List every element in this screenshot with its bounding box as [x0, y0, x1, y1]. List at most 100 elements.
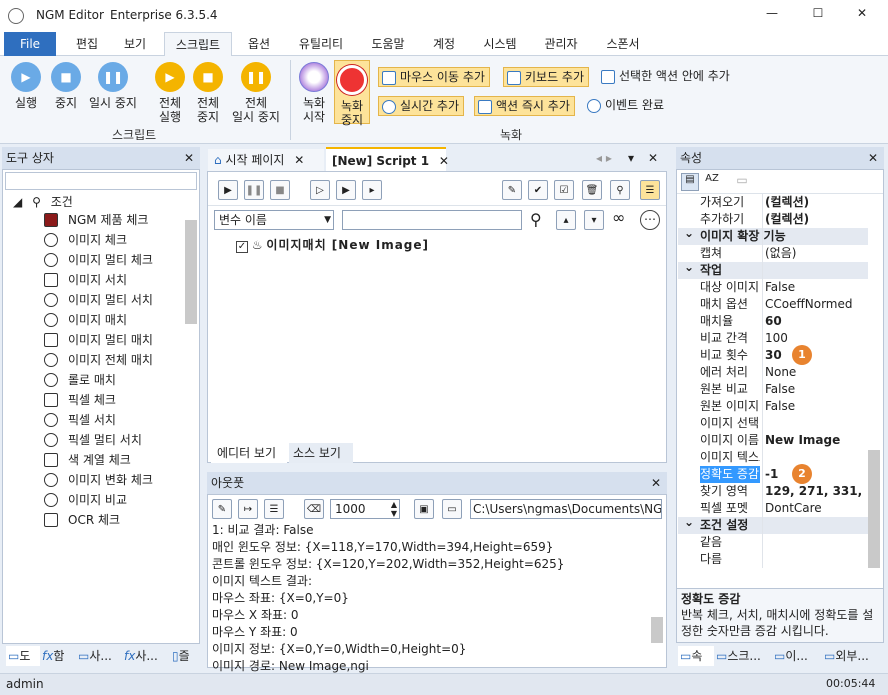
script-tab[interactable]: ▭스크...	[716, 646, 772, 666]
property-value[interactable]: (컬렉션)	[765, 194, 867, 211]
variable-dropdown[interactable]: 변수 이름 ▼	[214, 210, 334, 230]
property-name[interactable]: 에러 처리	[700, 364, 760, 381]
tab-admin[interactable]: 관리자	[536, 32, 586, 56]
property-value[interactable]: 60	[765, 313, 867, 330]
property-pages-icon[interactable]: ▭	[733, 173, 751, 191]
variable-search-input[interactable]	[342, 210, 522, 230]
stop-icon[interactable]: ■	[270, 180, 290, 200]
property-name[interactable]: 같음	[700, 534, 760, 551]
property-name[interactable]: 캡쳐	[700, 245, 760, 262]
property-name[interactable]: 비교 횟수	[700, 347, 760, 364]
tab-utility[interactable]: 유틸리티	[290, 32, 352, 56]
add-realtime-button[interactable]: 실시간 추가	[378, 96, 465, 116]
property-category[interactable]: ⌄ 이미지 확장 기능	[678, 226, 868, 245]
output-close-icon[interactable]: ✕	[651, 472, 661, 494]
property-value[interactable]	[765, 449, 867, 466]
loop-icon[interactable]: ∞	[612, 208, 625, 227]
property-name[interactable]: 원본 비교	[700, 381, 760, 398]
tab-start-page[interactable]: ⌂ 시작 페이지 ✕	[208, 149, 324, 171]
external-tab[interactable]: ▭외부...	[824, 646, 882, 666]
search-icon[interactable]: ⚲	[530, 210, 542, 229]
pause-button[interactable]: ❚❚ 일시 중지	[86, 62, 140, 110]
run-all-button[interactable]: ▶ 전체 실행	[150, 62, 190, 124]
property-value[interactable]: DontCare	[765, 500, 867, 517]
move-down-icon[interactable]: ▾	[584, 210, 604, 230]
action-node[interactable]: ✓ ♨ 이미지매치 [New Image]	[236, 236, 429, 254]
tab-file[interactable]: File	[4, 32, 56, 56]
doc-tab-menu-icon[interactable]: ▾	[628, 151, 634, 165]
check-icon[interactable]: ✔	[528, 180, 548, 200]
list-icon[interactable]: ☰	[264, 499, 284, 519]
move-up-icon[interactable]: ▴	[556, 210, 576, 230]
eraser-icon[interactable]: ⌫	[304, 499, 324, 519]
toolbox-tab[interactable]: ▭도	[6, 646, 40, 666]
tab-script[interactable]: 스크립트	[164, 32, 232, 56]
toolbox-close-icon[interactable]: ✕	[184, 147, 194, 169]
tree-view-icon[interactable]: ☰	[640, 180, 660, 200]
doc-tab-close-icon[interactable]: ✕	[648, 151, 658, 165]
property-name[interactable]: 찾기 영역	[700, 483, 760, 500]
property-value[interactable]: (없음)	[765, 245, 867, 262]
export-icon[interactable]: ↦	[238, 499, 258, 519]
tab-editor-view[interactable]: 에디터 보기	[211, 443, 287, 463]
property-name[interactable]: 이미지 텍스트	[700, 449, 760, 466]
close-button[interactable]: ✕	[852, 6, 872, 20]
doc-tab-nav-icon[interactable]: ◂ ▸	[596, 151, 612, 165]
property-category[interactable]: ⌄ 조건 설정	[678, 515, 868, 534]
step-icon[interactable]: ▷	[310, 180, 330, 200]
delete-icon[interactable]: 🗑	[582, 180, 602, 200]
tab-script-1[interactable]: [New] Script 1 ✕	[326, 147, 449, 171]
property-value[interactable]: 30	[765, 347, 867, 364]
step-out-icon[interactable]: ▸	[362, 180, 382, 200]
categorized-icon[interactable]: ▤	[681, 173, 699, 191]
output-scrollbar[interactable]	[651, 617, 663, 643]
property-name[interactable]: 비교 간격	[700, 330, 760, 347]
property-value[interactable]	[765, 551, 867, 568]
property-value[interactable]: -1	[765, 466, 867, 483]
properties-scrollbar[interactable]	[868, 450, 880, 568]
property-value[interactable]: New Image	[765, 432, 867, 449]
record-stop-button[interactable]: 녹화 중지	[334, 60, 370, 127]
tab-system[interactable]: 시스템	[476, 32, 524, 56]
property-name[interactable]: 픽셀 포멧	[700, 500, 760, 517]
brush-icon[interactable]: ✎	[212, 499, 232, 519]
toolbox-root[interactable]: ◢ ⚲ 조건	[13, 192, 73, 212]
maximize-button[interactable]: ☐	[808, 6, 828, 20]
property-value[interactable]: (컬렉션)	[765, 211, 867, 228]
property-value[interactable]	[765, 415, 867, 432]
add-keyboard-button[interactable]: 키보드 추가	[503, 67, 590, 87]
pause-icon[interactable]: ❚❚	[244, 180, 264, 200]
step-into-icon[interactable]: ▶	[336, 180, 356, 200]
minimize-button[interactable]: —	[762, 6, 782, 20]
alphabetical-icon[interactable]: AZ	[703, 173, 721, 191]
property-value[interactable]: False	[765, 279, 867, 296]
property-value[interactable]: CCoeffNormed	[765, 296, 867, 313]
node-checkbox[interactable]: ✓	[236, 241, 248, 253]
toolbox-search-input[interactable]	[5, 172, 197, 190]
folder-icon[interactable]: ▭	[442, 499, 462, 519]
pause-all-button[interactable]: ❚❚ 전체 일시 중지	[228, 62, 284, 124]
property-name[interactable]: 매치율	[700, 313, 760, 330]
property-name[interactable]: 대상 이미지	[700, 279, 760, 296]
properties-close-icon[interactable]: ✕	[868, 147, 878, 169]
tab-options[interactable]: 옵션	[238, 32, 280, 56]
property-name[interactable]: 매치 옵션	[700, 296, 760, 313]
property-name[interactable]: 정확도 증감	[700, 466, 760, 483]
add-action-now-button[interactable]: 액션 즉시 추가	[474, 96, 575, 116]
zoom-icon[interactable]: ⚲	[610, 180, 630, 200]
property-name[interactable]: 이미지 이름	[700, 432, 760, 449]
function-tab[interactable]: fx함	[42, 646, 74, 666]
property-value[interactable]: False	[765, 381, 867, 398]
more-icon[interactable]: ⋯	[640, 210, 660, 230]
properties-tab[interactable]: ▭속	[678, 646, 714, 666]
stop-button[interactable]: ■ 중지	[46, 62, 86, 110]
image-tab[interactable]: ▭이...	[774, 646, 822, 666]
tab-view[interactable]: 보기	[114, 32, 156, 56]
play-icon[interactable]: ▶	[218, 180, 238, 200]
edit-icon[interactable]: ✎	[502, 180, 522, 200]
property-value[interactable]: False	[765, 398, 867, 415]
property-name[interactable]: 추가하기	[700, 211, 760, 228]
tab-edit[interactable]: 편집	[64, 32, 110, 56]
add-inside-selected-button[interactable]: 선택한 액션 안에 추가	[598, 67, 734, 87]
property-value[interactable]	[765, 534, 867, 551]
